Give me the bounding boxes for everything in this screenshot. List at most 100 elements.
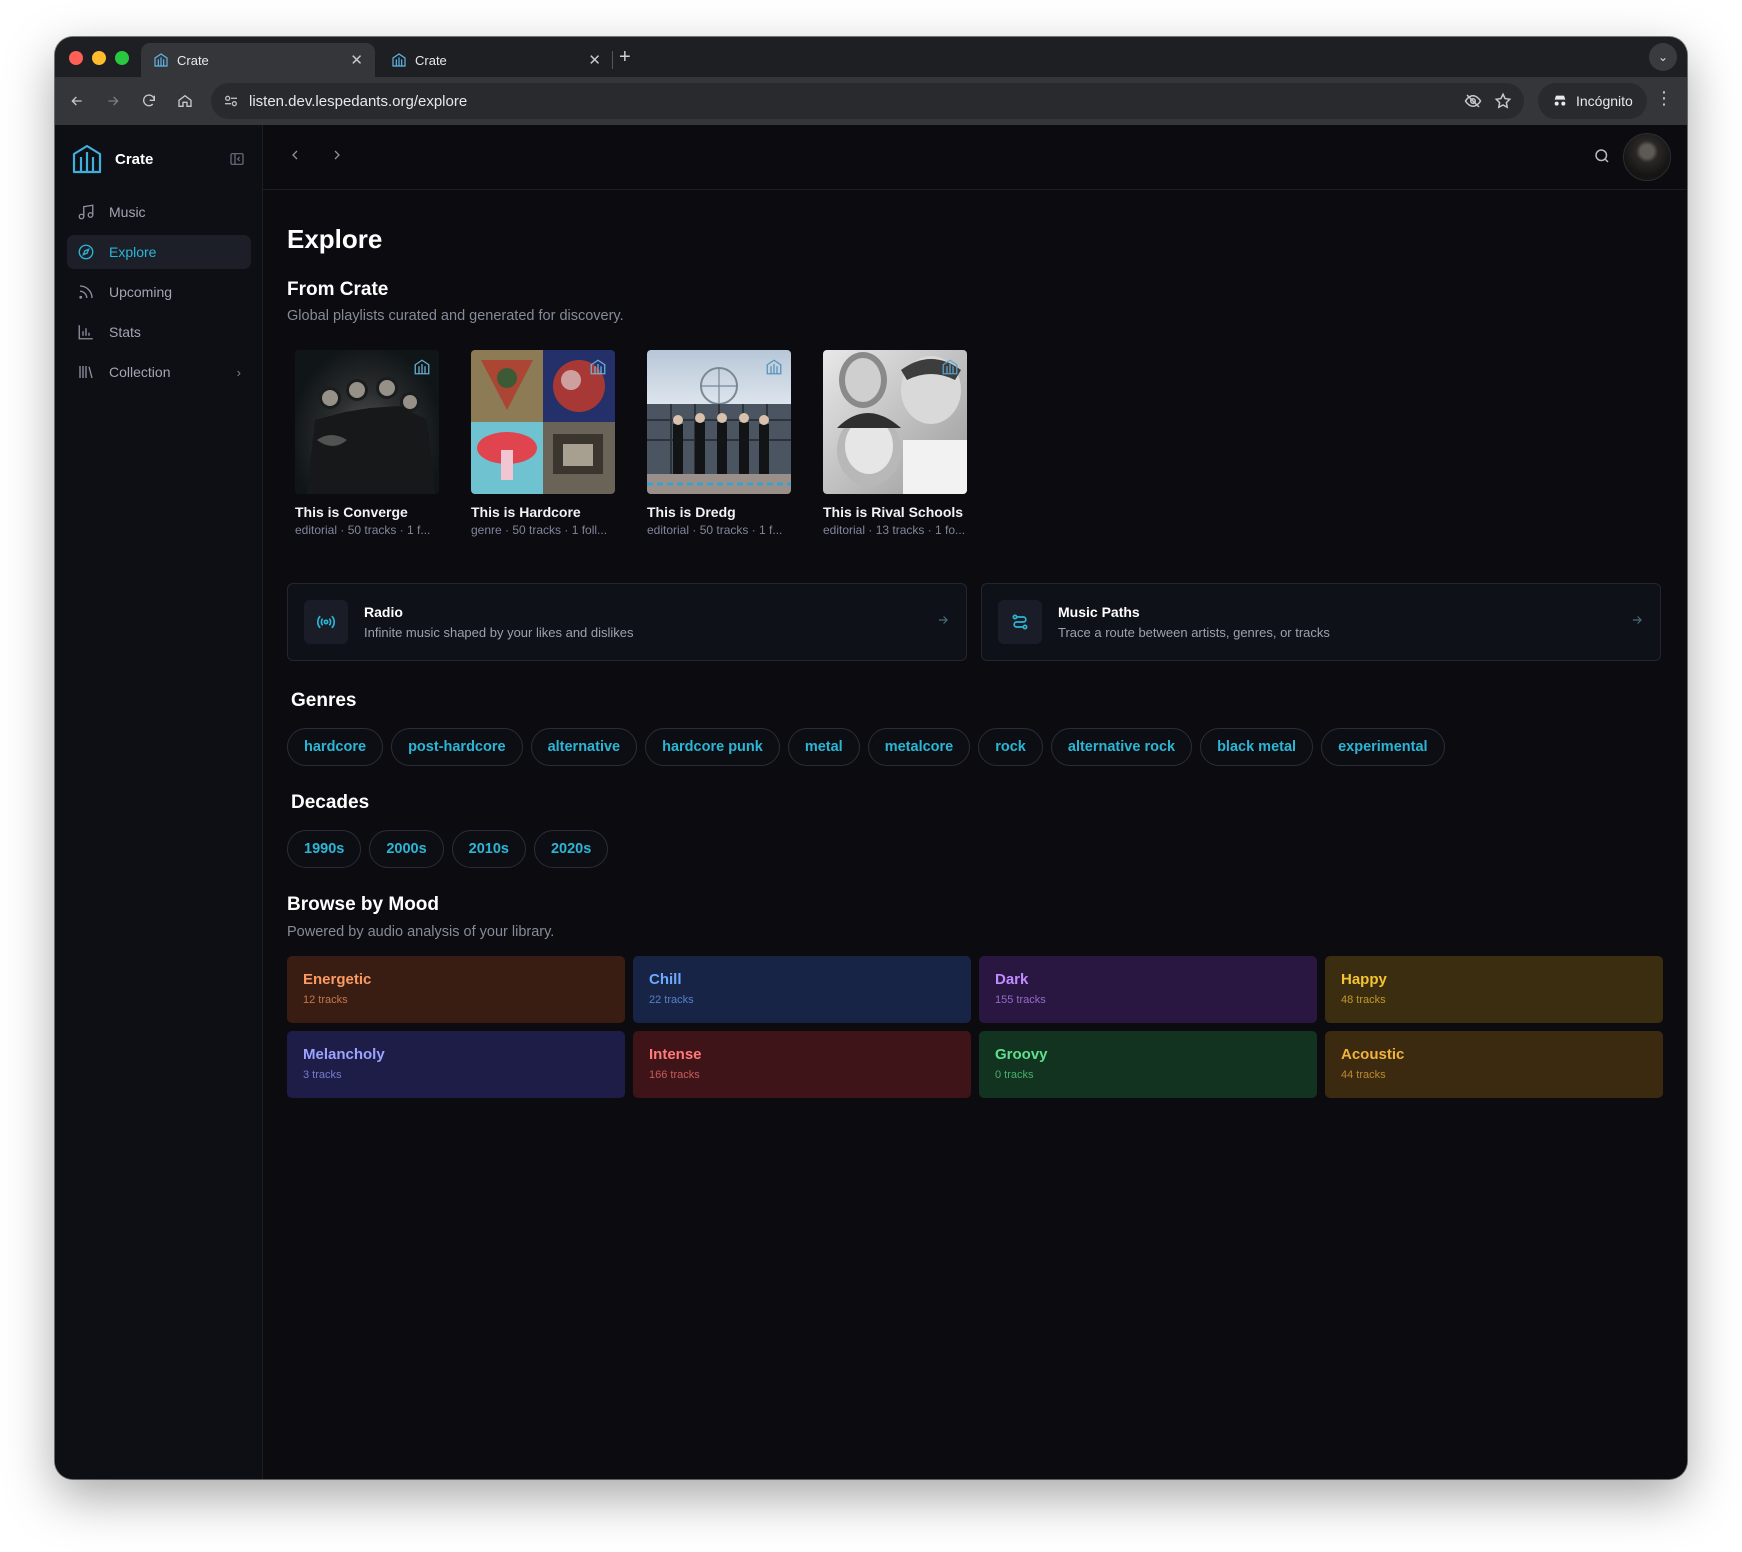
- mood-name: Intense: [649, 1046, 702, 1063]
- playlist-card-dredg[interactable]: This is Dredg editorial · 50 tracks · 1 …: [647, 350, 791, 537]
- mood-name: Melancholy: [303, 1046, 385, 1063]
- tab-separator: [612, 51, 613, 69]
- mood-count: 0 tracks: [995, 1069, 1034, 1081]
- chevron-left-icon: [292, 150, 298, 160]
- crate-logo-icon: [766, 359, 782, 375]
- playlist-meta: editorial · 50 tracks · 1 f...: [647, 523, 783, 537]
- sidebar: Crate Music Explore Upcoming Stats Colle…: [55, 125, 263, 1479]
- crate-logo-icon: [154, 53, 168, 67]
- mood-card-happy[interactable]: Happy 48 tracks: [1325, 956, 1663, 1023]
- site-settings-icon[interactable]: [223, 93, 239, 109]
- close-tab-icon[interactable]: ✕: [350, 51, 363, 69]
- playlist-card-hardcore[interactable]: This is Hardcore genre · 50 tracks · 1 f…: [471, 350, 615, 537]
- search-button[interactable]: [1593, 147, 1611, 170]
- incognito-indicator[interactable]: Incógnito: [1538, 83, 1647, 119]
- playlist-cover: [295, 350, 439, 494]
- reload-button[interactable]: [131, 83, 167, 119]
- music-paths-card[interactable]: Music Paths Trace a route between artist…: [981, 583, 1661, 661]
- genre-chip[interactable]: rock: [978, 728, 1043, 766]
- browser-window: Crate ✕ Crate ✕ + ⌄ listen.dev.lespedant…: [55, 37, 1687, 1479]
- decade-chip[interactable]: 2020s: [533, 830, 609, 868]
- mood-name: Groovy: [995, 1046, 1048, 1063]
- genre-chip[interactable]: alternative rock: [1050, 728, 1193, 766]
- sidebar-item-label: Explore: [109, 244, 157, 260]
- mood-card-chill[interactable]: Chill 22 tracks: [633, 956, 971, 1023]
- browser-tab-2[interactable]: Crate ✕: [379, 43, 613, 77]
- tab-title: Crate: [177, 52, 209, 68]
- tab-strip: Crate ✕ Crate ✕ + ⌄: [55, 37, 1687, 77]
- maximize-window-button[interactable]: [115, 51, 129, 65]
- user-avatar[interactable]: [1623, 133, 1671, 181]
- close-window-button[interactable]: [69, 51, 83, 65]
- arrow-right-icon: [1630, 613, 1644, 632]
- music-note-icon: [77, 203, 97, 221]
- close-tab-icon[interactable]: ✕: [588, 51, 601, 69]
- history-forward-button[interactable]: [329, 147, 345, 168]
- sidebar-item-label: Music: [109, 204, 146, 220]
- playlist-card-rival-schools[interactable]: This is Rival Schools editorial · 13 tra…: [823, 350, 967, 537]
- browser-menu-icon[interactable]: ⋮: [1655, 89, 1673, 107]
- sidebar-item-collection[interactable]: Collection ›: [67, 355, 251, 389]
- genre-chip[interactable]: metalcore: [867, 728, 971, 766]
- bookmark-star-icon[interactable]: [1494, 92, 1512, 110]
- genre-chip[interactable]: alternative: [530, 728, 638, 766]
- decade-chip[interactable]: 1990s: [287, 830, 362, 868]
- genre-chip[interactable]: post-hardcore: [391, 728, 523, 766]
- mood-card-energetic[interactable]: Energetic 12 tracks: [287, 956, 625, 1023]
- browser-toolbar: listen.dev.lespedants.org/explore Incógn…: [55, 77, 1687, 125]
- sidebar-item-explore[interactable]: Explore: [67, 235, 251, 269]
- sidebar-item-label: Stats: [109, 324, 141, 340]
- address-bar[interactable]: listen.dev.lespedants.org/explore: [211, 83, 1524, 119]
- sidebar-item-music[interactable]: Music: [67, 195, 251, 229]
- browser-tab-1[interactable]: Crate ✕: [141, 43, 375, 77]
- section-title-from-crate: From Crate: [287, 279, 389, 300]
- genre-chip-list: hardcore post-hardcore alternative hardc…: [287, 728, 1445, 766]
- mood-card-intense[interactable]: Intense 166 tracks: [633, 1031, 971, 1098]
- playlist-title: This is Converge: [295, 504, 408, 520]
- chevron-right-icon: [334, 150, 340, 160]
- minimize-window-button[interactable]: [92, 51, 106, 65]
- music-paths-description: Trace a route between artists, genres, o…: [1058, 625, 1330, 640]
- rss-icon: [77, 283, 97, 301]
- radio-description: Infinite music shaped by your likes and …: [364, 625, 634, 640]
- forward-button[interactable]: [95, 83, 131, 119]
- genre-chip[interactable]: experimental: [1321, 728, 1445, 766]
- tracking-protection-icon[interactable]: [1464, 92, 1482, 110]
- playlist-card-converge[interactable]: This is Converge editorial · 50 tracks ·…: [295, 350, 439, 537]
- genre-chip[interactable]: black metal: [1200, 728, 1314, 766]
- mood-card-acoustic[interactable]: Acoustic 44 tracks: [1325, 1031, 1663, 1098]
- mood-card-groovy[interactable]: Groovy 0 tracks: [979, 1031, 1317, 1098]
- genre-chip[interactable]: hardcore punk: [645, 728, 780, 766]
- radio-card[interactable]: Radio Infinite music shaped by your like…: [287, 583, 967, 661]
- genre-chip[interactable]: metal: [787, 728, 860, 766]
- decade-chip-list: 1990s 2000s 2010s 2020s: [287, 830, 609, 868]
- new-tab-button[interactable]: +: [619, 46, 631, 69]
- arrow-right-icon: [936, 613, 950, 632]
- url-text: listen.dev.lespedants.org/explore: [249, 92, 468, 110]
- playlist-row: This is Converge editorial · 50 tracks ·…: [295, 350, 967, 537]
- genre-chip[interactable]: hardcore: [287, 728, 384, 766]
- decade-chip[interactable]: 2010s: [451, 830, 526, 868]
- playlist-cover: [823, 350, 967, 494]
- crate-logo-icon: [942, 359, 958, 375]
- back-button[interactable]: [59, 83, 95, 119]
- sidebar-toggle-icon[interactable]: [229, 151, 245, 172]
- playlist-cover: [647, 350, 791, 494]
- mood-card-melancholy[interactable]: Melancholy 3 tracks: [287, 1031, 625, 1098]
- mood-count: 48 tracks: [1341, 994, 1386, 1006]
- mood-count: 44 tracks: [1341, 1069, 1386, 1081]
- mood-name: Dark: [995, 971, 1029, 988]
- mood-count: 12 tracks: [303, 994, 348, 1006]
- sidebar-item-stats[interactable]: Stats: [67, 315, 251, 349]
- radio-icon: [304, 600, 348, 644]
- decade-chip[interactable]: 2000s: [369, 830, 444, 868]
- tab-search-button[interactable]: ⌄: [1649, 43, 1677, 71]
- sidebar-item-upcoming[interactable]: Upcoming: [67, 275, 251, 309]
- main-area: Explore From Crate Global playlists cura…: [263, 125, 1687, 1479]
- section-subtitle-from-crate: Global playlists curated and generated f…: [287, 308, 624, 324]
- mood-card-dark[interactable]: Dark 155 tracks: [979, 956, 1317, 1023]
- brand[interactable]: Crate: [71, 143, 153, 175]
- history-back-button[interactable]: [287, 147, 303, 168]
- radio-title: Radio: [364, 604, 403, 620]
- home-button[interactable]: [167, 83, 203, 119]
